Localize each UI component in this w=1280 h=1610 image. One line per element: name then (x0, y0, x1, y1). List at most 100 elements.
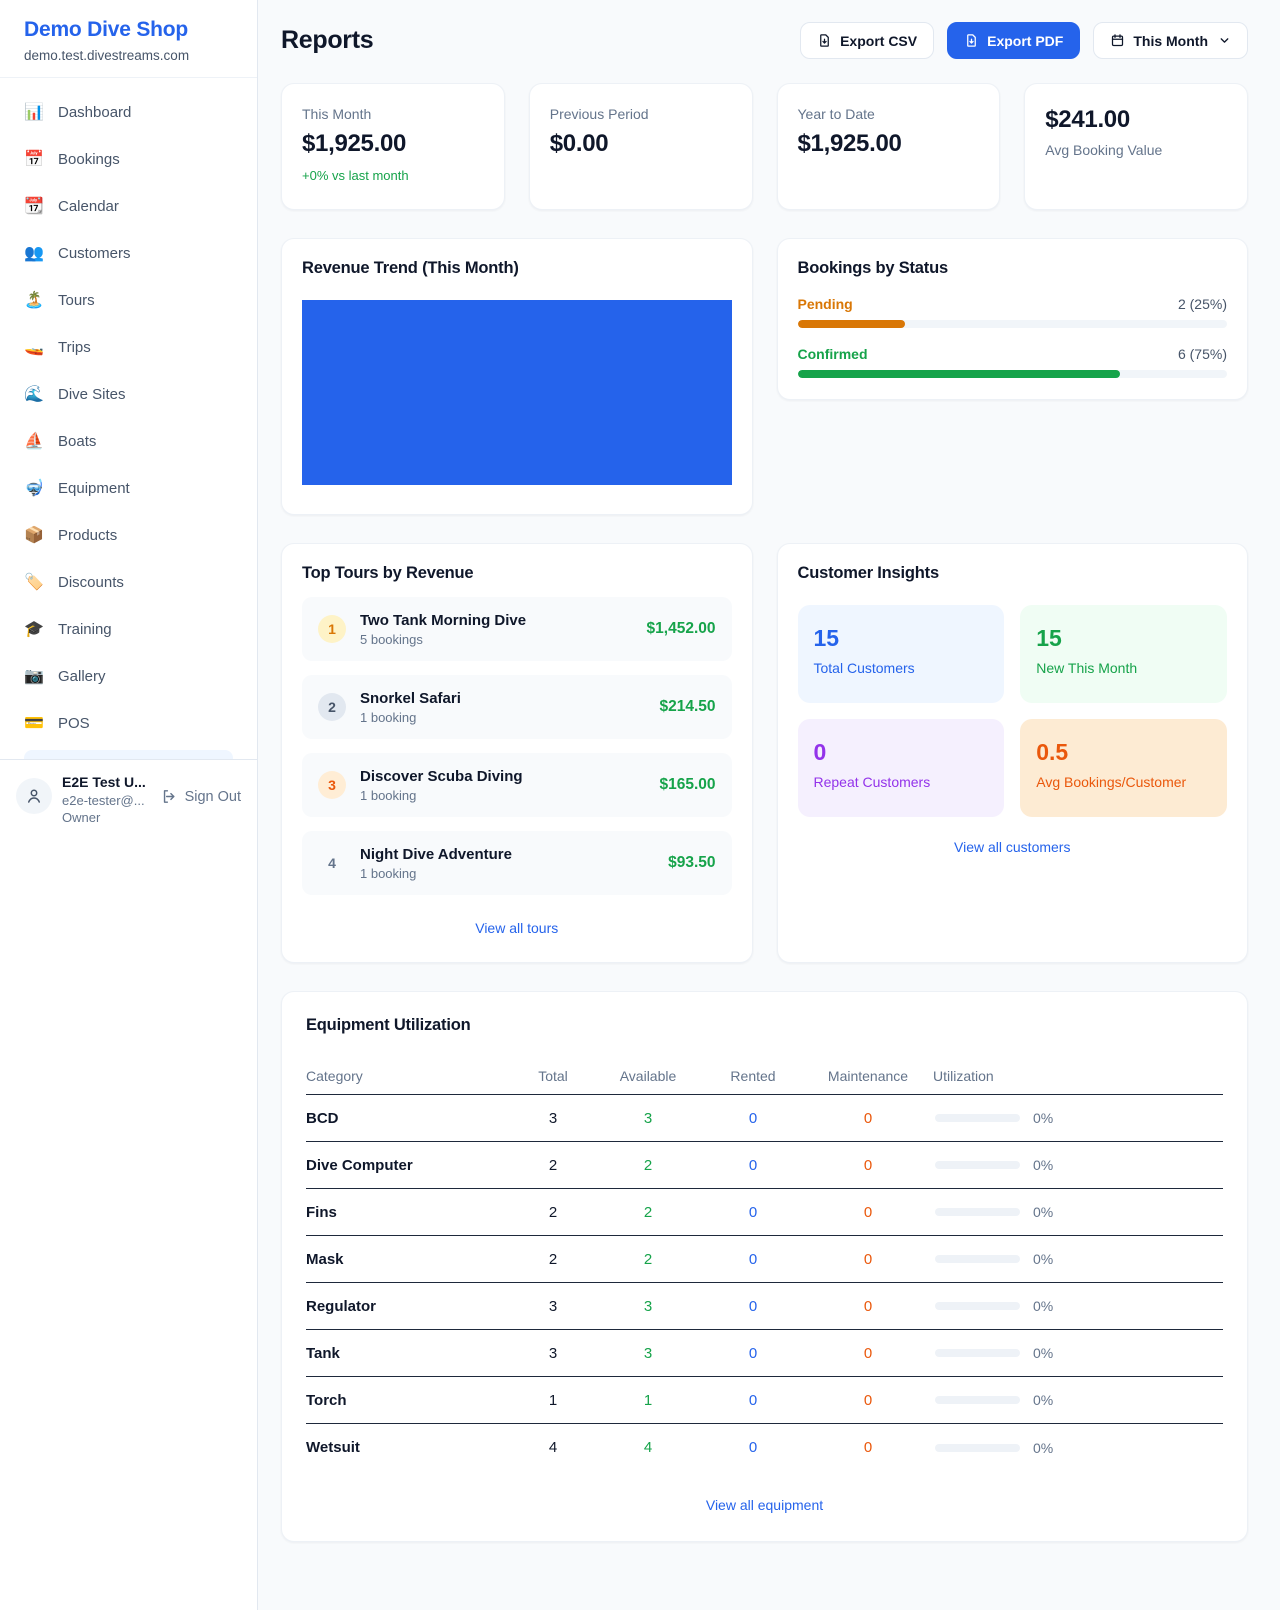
top-tours-title: Top Tours by Revenue (302, 564, 732, 583)
dashboard-icon: 📊 (24, 102, 44, 122)
stat-card-previous-period: Previous Period $0.00 (529, 83, 753, 210)
cell-total: 3 (513, 1345, 593, 1362)
tour-amount: $165.00 (659, 776, 715, 794)
sidebar-item-label: Dashboard (58, 104, 131, 121)
cell-category: Tank (306, 1345, 513, 1362)
sidebar-item-tours[interactable]: 🏝️ Tours (12, 280, 245, 320)
bookings-by-status-card: Bookings by Status Pending 2 (25%) Confi… (777, 238, 1249, 400)
sidebar-item-label: Tours (58, 292, 95, 309)
sidebar-item-label: Training (58, 621, 112, 638)
cell-rented: 0 (703, 1204, 803, 1221)
cell-maintenance: 0 (803, 1251, 933, 1268)
sidebar-item-customers[interactable]: 👥 Customers (12, 233, 245, 273)
tile-repeat-customers: 0 Repeat Customers (798, 719, 1005, 817)
tour-row[interactable]: 1 Two Tank Morning Dive 5 bookings $1,45… (302, 597, 732, 661)
status-bar-fill (798, 320, 905, 328)
logout-icon (161, 788, 178, 805)
tile-label: Total Customers (814, 660, 989, 676)
col-category: Category (306, 1068, 513, 1084)
col-maintenance: Maintenance (803, 1068, 933, 1084)
stat-label: Avg Booking Value (1045, 142, 1227, 158)
sidebar-item-label: Gallery (58, 668, 106, 685)
export-csv-button[interactable]: Export CSV (800, 22, 934, 59)
period-dropdown[interactable]: This Month (1093, 22, 1248, 59)
cell-maintenance: 0 (803, 1204, 933, 1221)
sidebar-item-calendar[interactable]: 📆 Calendar (12, 186, 245, 226)
sidebar-item-dive-sites[interactable]: 🌊 Dive Sites (12, 374, 245, 414)
sign-out-label: Sign Out (185, 789, 241, 805)
calendar-icon (1110, 33, 1125, 48)
cell-category: Fins (306, 1204, 513, 1221)
tour-row[interactable]: 4 Night Dive Adventure 1 booking $93.50 (302, 831, 732, 895)
table-header-row: Category Total Available Rented Maintena… (306, 1057, 1223, 1095)
cell-available: 3 (593, 1298, 703, 1315)
sidebar-item-label: Products (58, 527, 117, 544)
view-all-tours-link[interactable]: View all tours (302, 920, 732, 936)
boats-icon: ⛵ (24, 431, 44, 451)
cell-total: 1 (513, 1392, 593, 1409)
sidebar-item-training[interactable]: 🎓 Training (12, 609, 245, 649)
export-pdf-button[interactable]: Export PDF (947, 22, 1080, 59)
sidebar-item-bookings[interactable]: 📅 Bookings (12, 139, 245, 179)
sidebar-item-pos[interactable]: 💳 POS (12, 703, 245, 743)
cell-rented: 0 (703, 1345, 803, 1362)
cell-available: 1 (593, 1392, 703, 1409)
cell-rented: 0 (703, 1298, 803, 1315)
shop-domain: demo.test.divestreams.com (24, 48, 233, 63)
sidebar-item-dashboard[interactable]: 📊 Dashboard (12, 92, 245, 132)
tile-value: 0 (814, 739, 989, 766)
view-all-customers-link[interactable]: View all customers (798, 839, 1228, 855)
user-email: e2e-tester@... (62, 793, 151, 808)
col-available: Available (593, 1068, 703, 1084)
view-all-equipment-link[interactable]: View all equipment (306, 1497, 1223, 1513)
cell-maintenance: 0 (803, 1110, 933, 1127)
shop-name[interactable]: Demo Dive Shop (24, 18, 233, 42)
sidebar-item-products[interactable]: 📦 Products (12, 515, 245, 555)
utilization-bar (935, 1302, 1020, 1310)
sign-out-button[interactable]: Sign Out (161, 788, 241, 805)
tour-amount: $93.50 (668, 854, 715, 872)
cell-category: Mask (306, 1251, 513, 1268)
stat-label: This Month (302, 106, 484, 122)
tour-bookings: 1 booking (360, 866, 654, 881)
stat-value: $0.00 (550, 130, 732, 158)
cell-rented: 0 (703, 1157, 803, 1174)
table-row: Regulator 3 3 0 0 0% (306, 1283, 1223, 1330)
cell-total: 3 (513, 1298, 593, 1315)
stat-card-this-month: This Month $1,925.00 +0% vs last month (281, 83, 505, 210)
sidebar-item-label: Trips (58, 339, 91, 356)
dive-sites-icon: 🌊 (24, 384, 44, 404)
sidebar-item-trips[interactable]: 🚤 Trips (12, 327, 245, 367)
cell-utilization: 0% (1033, 1392, 1053, 1408)
cell-maintenance: 0 (803, 1439, 933, 1456)
sidebar-item-equipment[interactable]: 🤿 Equipment (12, 468, 245, 508)
cell-category: BCD (306, 1110, 513, 1127)
insights-row: Top Tours by Revenue 1 Two Tank Morning … (281, 543, 1248, 963)
person-icon (25, 787, 43, 805)
sidebar-item-label: POS (58, 715, 90, 732)
cell-utilization: 0% (1033, 1157, 1053, 1173)
equipment-title: Equipment Utilization (306, 1016, 1223, 1035)
cell-total: 4 (513, 1439, 593, 1456)
table-row: Dive Computer 2 2 0 0 0% (306, 1142, 1223, 1189)
status-label: Pending (798, 296, 853, 312)
charts-row: Revenue Trend (This Month) Bookings by S… (281, 238, 1248, 515)
tour-row[interactable]: 3 Discover Scuba Diving 1 booking $165.0… (302, 753, 732, 817)
tile-label: New This Month (1036, 660, 1211, 676)
tile-total-customers: 15 Total Customers (798, 605, 1005, 703)
bookings-icon: 📅 (24, 149, 44, 169)
sidebar: Demo Dive Shop demo.test.divestreams.com… (0, 0, 258, 1610)
col-total: Total (513, 1068, 593, 1084)
stat-value: $1,925.00 (798, 130, 980, 158)
status-bar-track (798, 320, 1228, 328)
cell-rented: 0 (703, 1110, 803, 1127)
tour-row[interactable]: 2 Snorkel Safari 1 booking $214.50 (302, 675, 732, 739)
sidebar-item-reports-partial[interactable] (24, 750, 233, 759)
period-label: This Month (1133, 33, 1208, 49)
sidebar-item-gallery[interactable]: 📷 Gallery (12, 656, 245, 696)
sidebar-item-boats[interactable]: ⛵ Boats (12, 421, 245, 461)
sidebar-item-discounts[interactable]: 🏷️ Discounts (12, 562, 245, 602)
table-row: Torch 1 1 0 0 0% (306, 1377, 1223, 1424)
cell-maintenance: 0 (803, 1298, 933, 1315)
sidebar-item-label: Discounts (58, 574, 124, 591)
